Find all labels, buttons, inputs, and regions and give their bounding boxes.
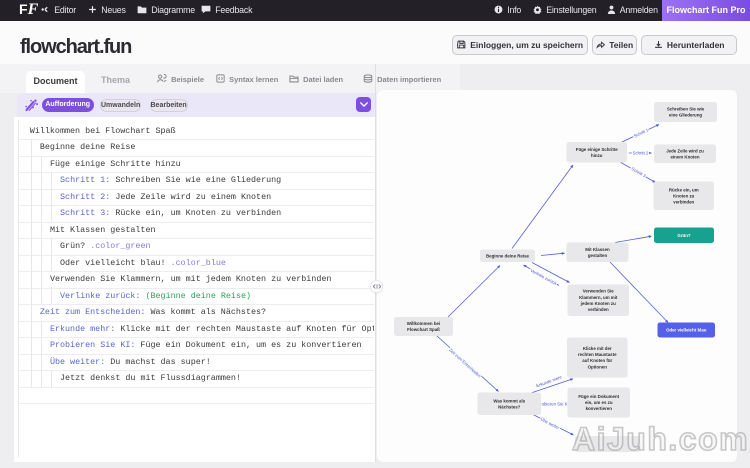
svg-text:ein, um es zu: ein, um es zu (585, 400, 613, 405)
svg-text:Zeit zum Entscheiden: Zeit zum Entscheiden (448, 347, 483, 379)
svg-text:eine Gliederung: eine Gliederung (669, 113, 702, 118)
svg-text:Klicke mit der: Klicke mit der (583, 346, 612, 351)
svg-text:Mit Klassen: Mit Klassen (585, 247, 610, 252)
svg-text:Beginne deine Reise: Beginne deine Reise (486, 253, 530, 258)
svg-text:Schritt 1: Schritt 1 (633, 127, 650, 139)
svg-text:Schreiben Sie wie: Schreiben Sie wie (667, 107, 705, 112)
svg-text:Klammern, um mit: Klammern, um mit (579, 295, 618, 300)
svg-text:einem Knoten: einem Knoten (670, 154, 699, 159)
svg-text:Flowchart Spaß: Flowchart Spaß (407, 327, 440, 332)
svg-text:Oder vielleicht blau: Oder vielleicht blau (666, 328, 707, 333)
svg-text:Grün?: Grün? (677, 233, 690, 238)
svg-text:Füge einige Schritte: Füge einige Schritte (576, 147, 619, 152)
svg-text:Was kommt als: Was kommt als (493, 398, 525, 403)
svg-text:Probieren Sie KI: Probieren Sie KI (537, 401, 568, 406)
svg-text:verbinden: verbinden (588, 307, 609, 312)
svg-text:gestalten: gestalten (588, 253, 608, 258)
svg-text:Erkunde mehr: Erkunde mehr (535, 374, 563, 388)
svg-text:rechten Maustaste: rechten Maustaste (578, 352, 617, 357)
svg-text:auf Knoten für: auf Knoten für (582, 358, 612, 363)
svg-text:konvertieren: konvertieren (586, 406, 613, 411)
svg-text:Knoten zu: Knoten zu (673, 193, 695, 198)
svg-text:Füge ein Dokument: Füge ein Dokument (578, 394, 619, 399)
svg-text:jedem Knoten zu: jedem Knoten zu (580, 301, 616, 306)
svg-text:Schritt 2: Schritt 2 (633, 150, 649, 155)
svg-text:Willkommen bei: Willkommen bei (407, 321, 440, 326)
svg-text:Nächstes?: Nächstes? (498, 404, 521, 409)
svg-text:verbinden: verbinden (673, 199, 694, 204)
svg-text:Rücke ein, um: Rücke ein, um (669, 187, 699, 192)
svg-text:Schritt 3: Schritt 3 (630, 166, 647, 179)
svg-text:Verwenden Sie: Verwenden Sie (583, 289, 615, 294)
svg-text:Verlinke zurück: Verlinke zurück (530, 268, 559, 286)
svg-text:Optionen: Optionen (588, 364, 608, 369)
svg-text:Übe weiter: Übe weiter (540, 417, 561, 431)
svg-text:hinzu: hinzu (591, 153, 603, 158)
svg-text:Jede Zeile wird zu: Jede Zeile wird zu (666, 148, 704, 153)
